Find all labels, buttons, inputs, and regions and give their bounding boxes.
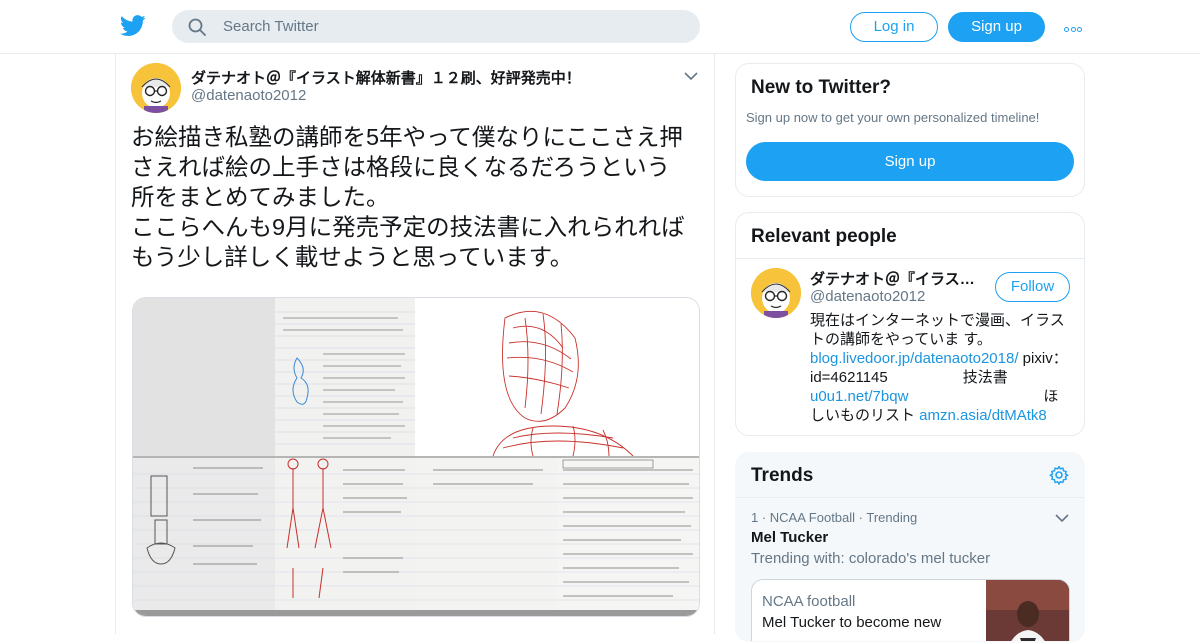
bio-link-wishlist[interactable]: amzn.asia/dtMAtk8: [919, 407, 1047, 424]
bio-link-blog[interactable]: blog.livedoor.jp/datenaoto2018/: [810, 350, 1019, 367]
relevant-people-title: Relevant people: [751, 226, 897, 247]
relevant-people-card: Relevant people ダテナオト＠『イラス… @datenaoto20…: [735, 212, 1085, 436]
tweet-column: ダテナオト＠『イラスト解体新書』１２刷、好評発売中！ @datenaoto201…: [115, 54, 715, 634]
trends-card: Trends 1 · NCAA Football · Trending Mel …: [735, 452, 1085, 642]
new-to-twitter-card: New to Twitter? Sign up now to get your …: [735, 63, 1085, 197]
tweet-text: お絵描き私塾の講師を5年やって僕なりにここさえ押 さえれば絵の上手さは格段に良く…: [131, 124, 685, 270]
bio-text: 現在はインターネットで漫画、イラストの講師をやっていま す。: [810, 312, 1065, 348]
author-avatar[interactable]: [131, 63, 181, 113]
trend-name[interactable]: Mel Tucker: [751, 529, 828, 546]
signup-button[interactable]: Sign up: [948, 12, 1045, 42]
trends-title: Trends: [751, 465, 814, 486]
login-button[interactable]: Log in: [850, 12, 938, 42]
bio-link-book[interactable]: u0u1.net/7bqw: [810, 388, 908, 405]
follow-button[interactable]: Follow: [995, 272, 1070, 302]
author-name[interactable]: ダテナオト＠『イラスト解体新書』１２刷、好評発売中！: [191, 67, 581, 88]
tweet-media-image[interactable]: [132, 297, 700, 617]
top-bar: Search Twitter Log in Sign up: [0, 0, 1200, 54]
story-thumbnail: [986, 580, 1069, 641]
new-to-twitter-subtitle: Sign up now to get your own personalized…: [746, 110, 1040, 125]
trend-trending-with: Trending with: colorado's mel tucker: [751, 550, 991, 567]
author-handle[interactable]: @datenaoto2012: [191, 87, 306, 104]
trend-story-card[interactable]: NCAA football Mel Tucker to become new: [751, 579, 1070, 641]
person-bio: 現在はインターネットで漫画、イラストの講師をやっていま す。 blog.lived…: [810, 311, 1070, 425]
search-input[interactable]: Search Twitter: [172, 10, 700, 43]
settings-gear-icon[interactable]: [1049, 465, 1069, 485]
chevron-down-icon[interactable]: [682, 67, 700, 85]
person-name[interactable]: ダテナオト＠『イラス…: [810, 268, 980, 289]
person-avatar[interactable]: [751, 268, 801, 318]
story-headline: Mel Tucker to become new: [762, 614, 942, 631]
story-source: NCAA football: [762, 593, 856, 610]
divider: [736, 258, 1084, 259]
person-handle[interactable]: @datenaoto2012: [810, 288, 925, 305]
search-icon: [188, 18, 206, 36]
chevron-down-icon[interactable]: [1054, 510, 1070, 526]
avatar-illustration: [131, 63, 181, 113]
avatar-illustration: [751, 268, 801, 318]
search-placeholder: Search Twitter: [223, 18, 319, 35]
new-to-twitter-title: New to Twitter?: [751, 77, 892, 98]
trend-meta: 1 · NCAA Football · Trending: [751, 510, 918, 525]
more-options-icon[interactable]: [1064, 17, 1086, 35]
notebook-sketch-collage: [133, 298, 699, 616]
divider: [736, 497, 1084, 498]
twitter-logo-icon[interactable]: [120, 14, 146, 38]
sidebar-signup-button[interactable]: Sign up: [746, 142, 1074, 181]
